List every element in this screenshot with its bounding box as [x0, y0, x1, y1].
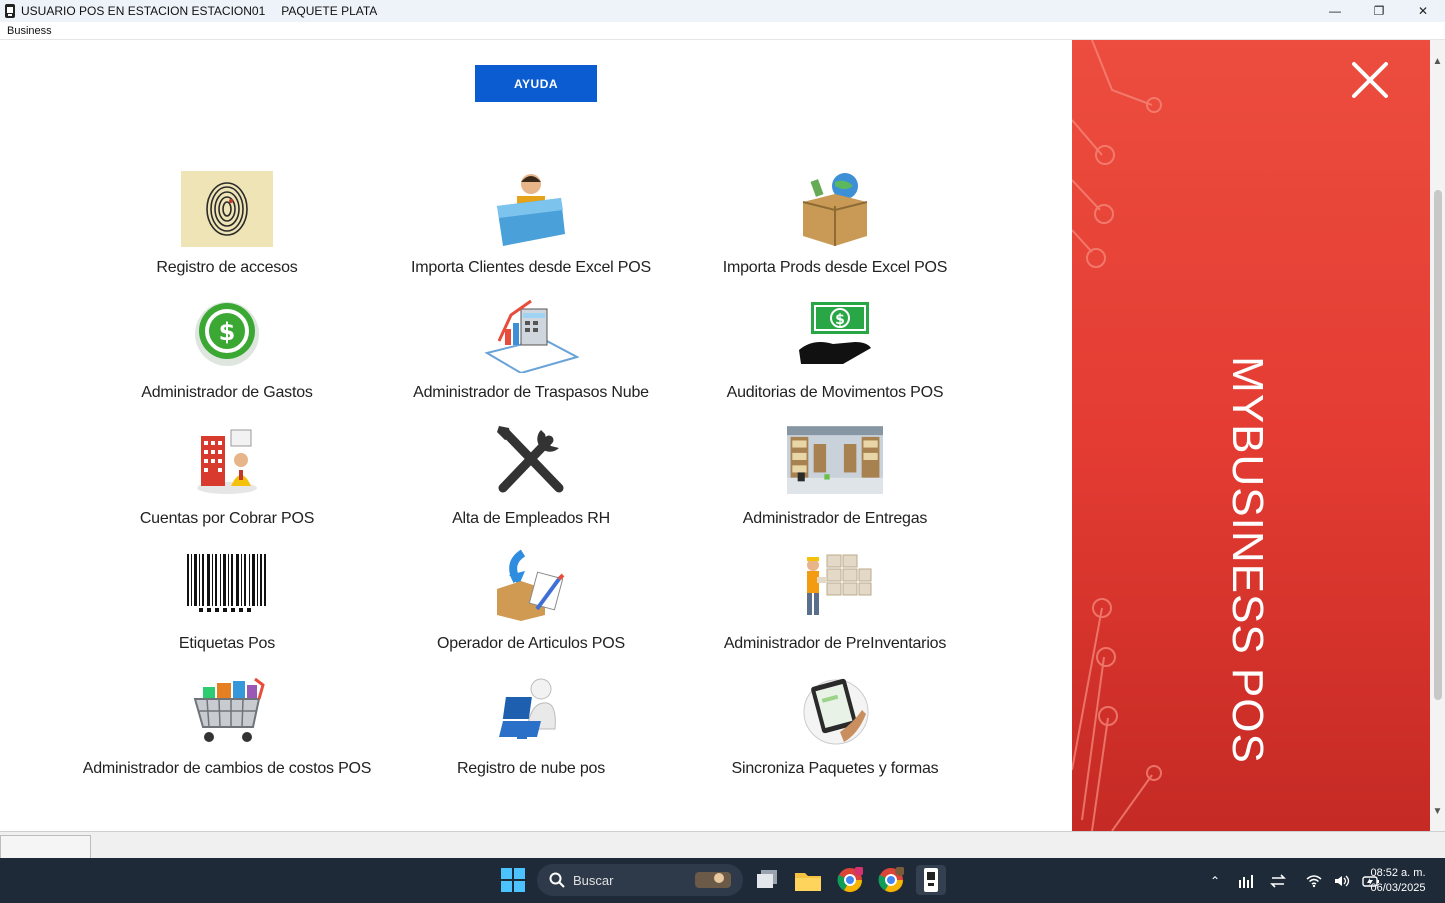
vertical-scrollbar[interactable]: ▲ ▼	[1430, 40, 1445, 831]
scroll-up-icon[interactable]: ▲	[1430, 54, 1445, 69]
tile-importa-clientes[interactable]: Importa Clientes desde Excel POS	[381, 169, 681, 289]
scroll-thumb[interactable]	[1434, 190, 1442, 700]
tile-label: Administrador de cambios de costos POS	[82, 760, 372, 777]
taskbar-clock[interactable]: 08:52 a. m. 06/03/2025	[1362, 866, 1434, 896]
main-panel: AYUDA Registro de accesos Importa Client…	[0, 40, 1072, 831]
brand-panel: MYBUSINESS POS	[1072, 40, 1430, 831]
tile-label: Registro de nube pos	[456, 760, 606, 777]
tile-admin-gastos[interactable]: $ Administrador de Gastos	[77, 294, 377, 414]
box-globe-icon	[787, 169, 883, 249]
tile-admin-preinventarios[interactable]: Administrador de PreInventarios	[685, 545, 985, 665]
clock-time: 08:52 a. m.	[1370, 867, 1426, 879]
app-icon	[5, 4, 15, 18]
taskbar-search[interactable]: Buscar	[537, 864, 743, 896]
shopping-cart-icon	[179, 670, 275, 750]
package-label: PAQUETE PLATA	[281, 4, 378, 18]
building-person-icon	[179, 420, 275, 500]
tile-etiquetas[interactable]: Etiquetas Pos	[77, 545, 377, 665]
tile-label: Alta de Empleados RH	[452, 510, 610, 527]
chrome-profile-v-icon[interactable]	[876, 865, 906, 895]
close-window-button[interactable]: ✕	[1401, 0, 1445, 22]
calculator-chart-icon	[483, 294, 579, 374]
menu-item-business[interactable]: Business	[7, 25, 52, 37]
brand-title: MYBUSINESS POS	[1223, 356, 1272, 764]
network-meter-icon[interactable]	[1238, 874, 1254, 888]
tile-registro-nube[interactable]: Registro de nube pos	[381, 670, 681, 790]
close-icon[interactable]	[1350, 60, 1390, 100]
restore-button[interactable]: ❐	[1357, 0, 1401, 22]
windows-start-icon[interactable]	[498, 865, 528, 895]
help-button[interactable]: AYUDA	[475, 65, 597, 102]
tile-label: Registro de accesos	[156, 259, 298, 276]
warehouse-icon	[787, 420, 883, 500]
system-tray: ⌃	[1200, 858, 1386, 903]
tile-admin-cambios-costos[interactable]: Administrador de cambios de costos POS	[77, 670, 377, 790]
minimize-button[interactable]: —	[1313, 0, 1357, 22]
tile-admin-traspasos[interactable]: Administrador de Traspasos Nube	[381, 294, 681, 414]
status-bar	[0, 831, 1445, 859]
fingerprint-icon	[179, 169, 275, 249]
chrome-profile-p-icon[interactable]	[835, 865, 865, 895]
laptop-user-icon	[483, 670, 579, 750]
title-bar: USUARIO POS EN ESTACION ESTACION01 PAQUE…	[0, 0, 1445, 22]
folder-user-icon	[483, 169, 579, 249]
box-edit-icon	[483, 545, 579, 625]
dollar-refresh-icon: $	[179, 294, 275, 374]
tile-label: Administrador de Traspasos Nube	[413, 384, 649, 401]
transfer-icon[interactable]	[1270, 873, 1286, 888]
task-view-icon[interactable]	[752, 865, 782, 895]
barcode-icon	[179, 545, 275, 625]
tile-label: Importa Prods desde Excel POS	[722, 259, 948, 276]
tile-label: Etiquetas Pos	[178, 635, 276, 652]
tile-label: Administrador de Gastos	[141, 384, 313, 401]
tools-icon	[483, 420, 579, 500]
tile-cuentas-cobrar[interactable]: Cuentas por Cobrar POS	[77, 420, 377, 540]
tile-admin-entregas[interactable]: Administrador de Entregas	[685, 420, 985, 540]
tile-label: Cuentas por Cobrar POS	[139, 510, 315, 527]
file-explorer-icon[interactable]	[793, 865, 823, 895]
tile-label: Auditorias de Movimentos POS	[726, 384, 944, 401]
tile-registro-accesos[interactable]: Registro de accesos	[77, 169, 377, 289]
search-highlight-icon	[695, 872, 731, 888]
scroll-down-icon[interactable]: ▼	[1430, 804, 1445, 819]
window-controls: — ❐ ✕	[1313, 0, 1445, 22]
show-hidden-icon[interactable]: ⌃	[1210, 874, 1220, 888]
tile-label: Administrador de PreInventarios	[723, 635, 947, 652]
tile-operador-articulos[interactable]: Operador de Articulos POS	[381, 545, 681, 665]
clock-date: 06/03/2025	[1370, 882, 1426, 894]
window-title: USUARIO POS EN ESTACION ESTACION01	[21, 4, 266, 18]
tile-label: Administrador de Entregas	[742, 510, 928, 527]
tablet-hand-icon	[787, 670, 883, 750]
svg-text:$: $	[835, 312, 845, 328]
taskbar: Buscar ⌃ 08:52 a. m. 06/03/2025	[0, 858, 1445, 903]
tile-auditorias[interactable]: $ Auditorias de Movimentos POS	[685, 294, 985, 414]
tile-label: Sincroniza Paquetes y formas	[731, 760, 939, 777]
volume-icon[interactable]	[1334, 874, 1350, 888]
search-placeholder: Buscar	[573, 872, 614, 888]
cash-hand-icon: $	[787, 294, 883, 374]
worker-boxes-icon	[787, 545, 883, 625]
search-icon	[549, 872, 565, 888]
status-pane	[0, 835, 91, 859]
tile-alta-empleados[interactable]: Alta de Empleados RH	[381, 420, 681, 540]
svg-text:$: $	[219, 318, 236, 346]
menu-bar: Business	[0, 22, 1445, 40]
tile-label: Operador de Articulos POS	[437, 635, 625, 652]
tile-sincroniza-paquetes[interactable]: Sincroniza Paquetes y formas	[685, 670, 985, 790]
tile-label: Importa Clientes desde Excel POS	[411, 259, 651, 276]
wifi-icon[interactable]	[1306, 874, 1322, 888]
pos-app-taskbar-icon[interactable]	[916, 865, 946, 895]
tile-importa-prods[interactable]: Importa Prods desde Excel POS	[685, 169, 985, 289]
